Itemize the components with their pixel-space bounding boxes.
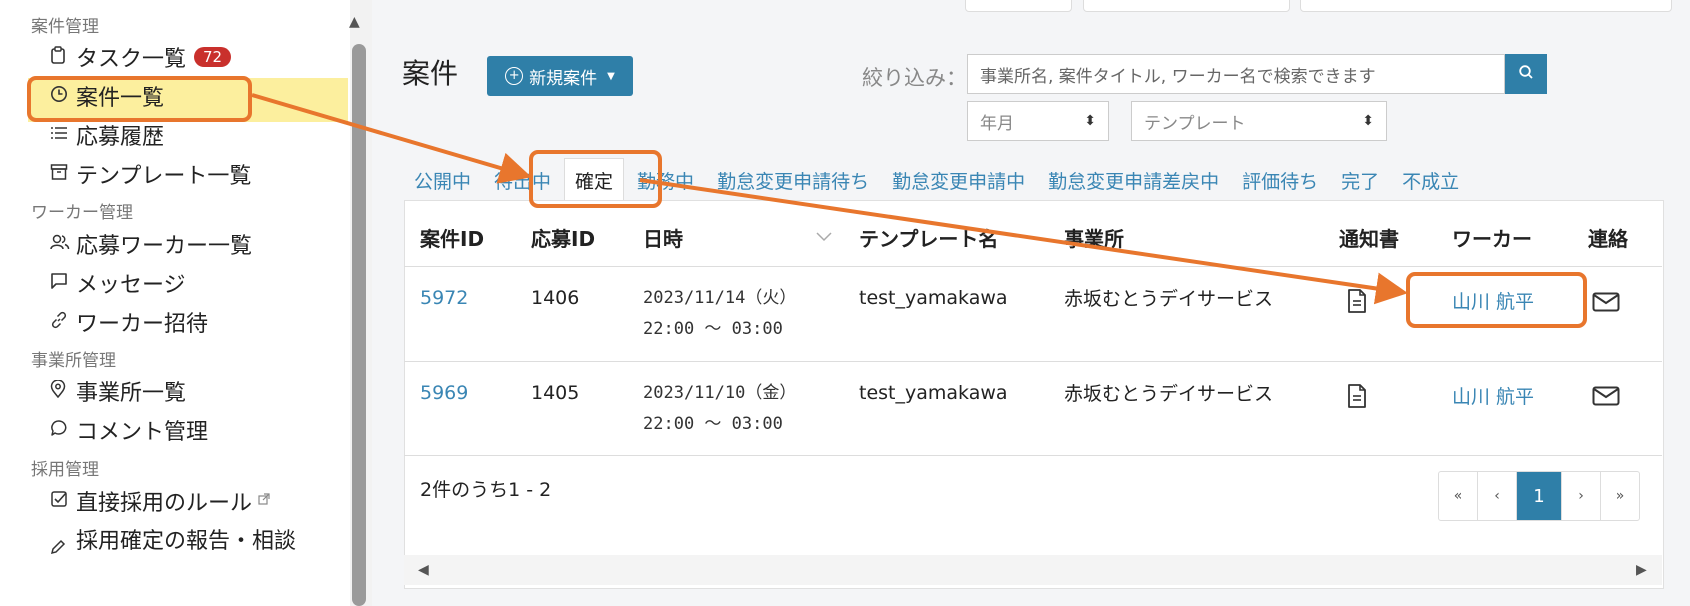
arrow-to-worker [639,178,1408,305]
arrow-to-tab [251,93,532,184]
annotation-arrows [251,93,1408,305]
